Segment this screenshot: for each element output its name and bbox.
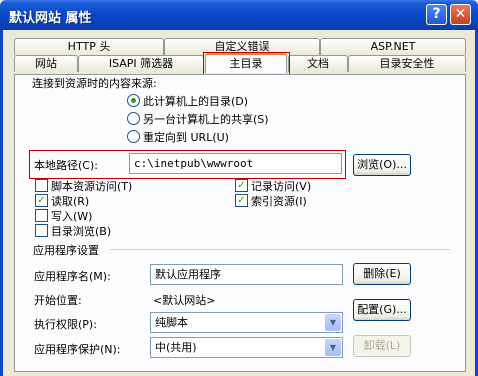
tab-isapi-filters[interactable]: ISAPI 筛选器 xyxy=(78,55,204,72)
radio-local-directory-label: 此计算机上的目录(D) xyxy=(143,95,249,108)
source-label: 连接到资源时的内容来源: xyxy=(32,77,157,90)
checkbox-index-resource[interactable]: ✓ xyxy=(235,194,248,207)
app-settings-divider-highlight xyxy=(110,250,450,251)
execute-permissions-label: 执行权限(P): xyxy=(34,318,97,331)
chevron-down-icon[interactable]: ▼ xyxy=(325,339,341,356)
chevron-down-icon[interactable]: ▼ xyxy=(325,314,341,331)
checkbox-write[interactable] xyxy=(35,209,48,222)
unload-button[interactable]: 卸载(L) xyxy=(353,335,411,357)
execute-permissions-select[interactable]: 纯脚本 ▼ xyxy=(150,312,343,333)
app-name-input[interactable]: 默认应用程序 xyxy=(150,264,343,285)
help-button[interactable]: ? xyxy=(426,4,447,25)
browse-button[interactable]: 浏览(O)... xyxy=(353,154,411,176)
radio-network-share[interactable] xyxy=(127,112,140,125)
script-source-access-label: 脚本资源访问(T) xyxy=(51,180,133,193)
radio-local-directory[interactable] xyxy=(127,94,140,107)
app-name-label: 应用程序名(M): xyxy=(34,270,111,283)
tab-aspnet[interactable]: ASP.NET xyxy=(320,38,466,55)
tab-documents[interactable]: 文档 xyxy=(288,55,348,72)
radio-redirect-url[interactable] xyxy=(127,130,140,143)
read-label: 读取(R) xyxy=(51,195,90,208)
app-protection-value: 中(共用) xyxy=(155,341,197,354)
radio-redirect-url-label: 重定向到 URL(U) xyxy=(143,131,229,144)
home-directory-tab-highlight xyxy=(203,52,290,76)
remove-button[interactable]: 删除(E) xyxy=(353,263,411,285)
tab-directory-security[interactable]: 目录安全性 xyxy=(348,55,466,72)
checkbox-read[interactable]: ✓ xyxy=(35,194,48,207)
title-bar: 默认网站 属性 ? ✕ xyxy=(0,0,478,30)
local-path-label: 本地路径(C): xyxy=(34,159,98,172)
index-resource-label: 索引资源(I) xyxy=(251,195,307,208)
execute-permissions-value: 纯脚本 xyxy=(155,316,188,329)
start-point-label: 开始位置: xyxy=(34,294,82,307)
tab-website[interactable]: 网站 xyxy=(14,55,78,72)
window-title: 默认网站 属性 xyxy=(9,11,92,26)
app-protection-select[interactable]: 中(共用) ▼ xyxy=(150,337,343,358)
app-protection-label: 应用程序保护(N): xyxy=(34,343,121,356)
close-button[interactable]: ✕ xyxy=(450,4,471,25)
local-path-input[interactable]: c:\inetpub\wwwroot xyxy=(129,153,342,174)
radio-network-share-label: 另一台计算机上的共享(S) xyxy=(143,113,269,126)
checkbox-script-source-access[interactable] xyxy=(35,179,48,192)
log-visits-label: 记录访问(V) xyxy=(251,180,312,193)
checkbox-log-visits[interactable]: ✓ xyxy=(235,179,248,192)
start-point-value: <默认网站> xyxy=(153,294,216,307)
app-settings-heading: 应用程序设置 xyxy=(33,244,99,257)
write-label: 写入(W) xyxy=(51,210,93,223)
configuration-button[interactable]: 配置(G)... xyxy=(353,299,411,321)
directory-browsing-label: 目录浏览(B) xyxy=(51,225,112,238)
tab-http-headers[interactable]: HTTP 头 xyxy=(14,38,164,55)
checkbox-directory-browsing[interactable] xyxy=(35,224,48,237)
